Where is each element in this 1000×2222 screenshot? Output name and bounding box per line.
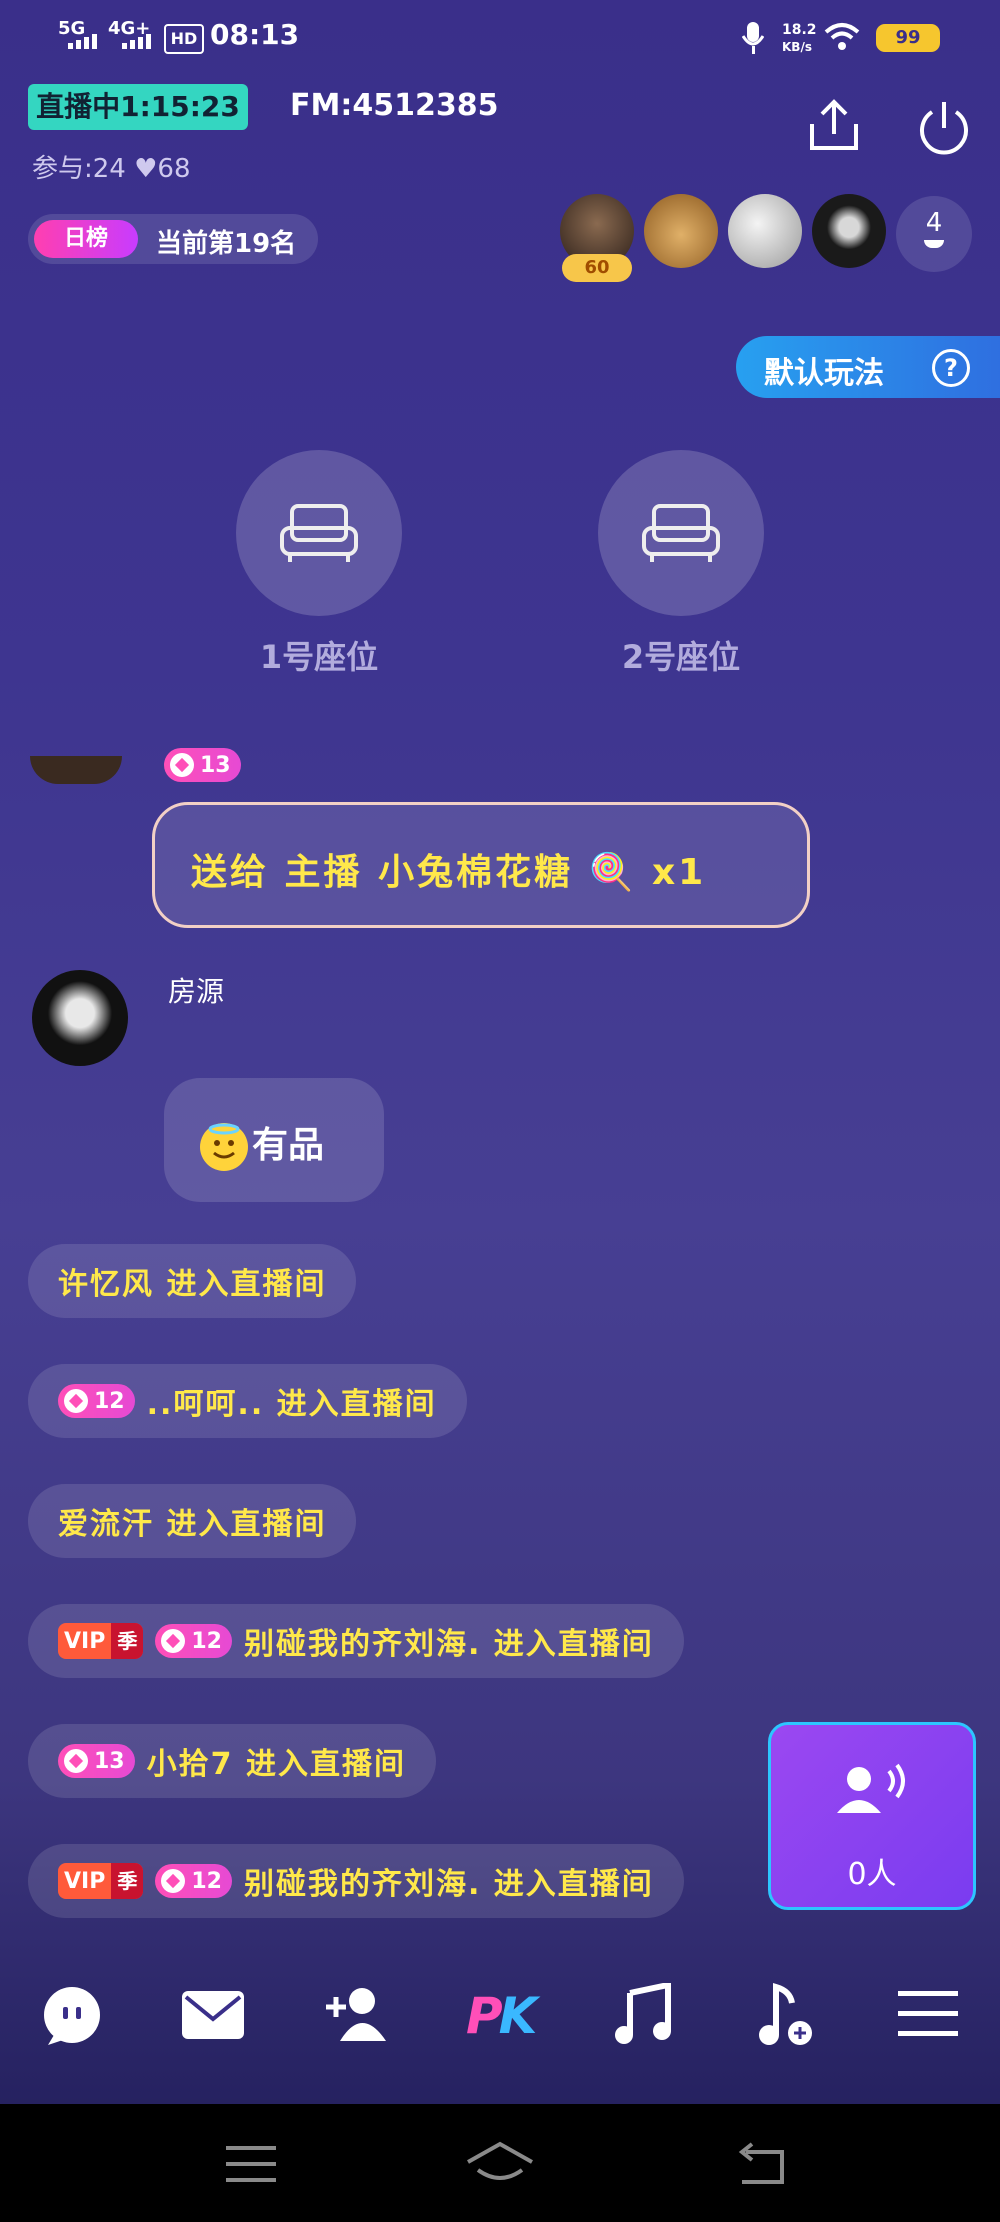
user-level-badge: 12 — [155, 1864, 232, 1898]
user-level-value: 13 — [94, 1748, 125, 1774]
user-level-badge: 13 — [58, 1744, 135, 1778]
chat-message-bubble: 有品 — [164, 1078, 384, 1202]
hd-icon: HD — [164, 24, 204, 54]
listeners-count: 0人 — [847, 1857, 897, 1892]
message-text: 有品 — [200, 1116, 324, 1171]
avatar[interactable] — [30, 756, 122, 784]
entry-notification: 13 小拾7 进入直播间 — [28, 1724, 436, 1798]
diamond-icon — [170, 753, 194, 777]
seat-2[interactable] — [598, 450, 764, 616]
audience-count-text: 4 — [925, 208, 943, 238]
microphone-icon — [742, 22, 764, 54]
bottom-action-bar: PK — [0, 1965, 1000, 2065]
entry-text: ..呵呵.. 进入直播间 — [146, 1387, 437, 1422]
sofa-icon — [280, 504, 358, 562]
play-mode-button[interactable]: 默认玩法 ? — [736, 336, 1000, 398]
voice-user-icon — [837, 1763, 905, 1813]
user-level-badge: 12 — [155, 1624, 232, 1658]
vip-badge: VIP 季 — [58, 1623, 144, 1659]
entry-text: 别碰我的齐刘海. 进入直播间 — [243, 1867, 654, 1902]
user-level-badge: 12 — [58, 1384, 135, 1418]
wifi-icon — [824, 23, 860, 50]
diamond-icon — [161, 1629, 186, 1653]
entry-text: 别碰我的齐刘海. 进入直播间 — [243, 1627, 654, 1662]
diamond-icon — [161, 1869, 186, 1893]
net-speed-unit: KB/s — [782, 40, 812, 54]
rank-position: 当前第19名 — [156, 229, 297, 259]
mail-icon[interactable] — [182, 1991, 244, 2039]
fm-id: FM:4512385 — [290, 88, 499, 123]
live-duration-tag: 直播中1:15:23 — [28, 84, 248, 130]
status-bar: 5G 4G+ HD 08:13 18.2 KB/s 99 — [0, 0, 1000, 76]
message-username[interactable]: 房源 — [168, 970, 224, 1010]
message-text-content: 有品 — [252, 1125, 325, 1166]
chat-bubble-icon[interactable] — [40, 1985, 104, 2047]
menu-icon[interactable] — [898, 1989, 958, 2039]
vip-season-label: 季 — [111, 1863, 144, 1899]
vip-label: VIP — [64, 1628, 106, 1654]
share-icon[interactable] — [804, 96, 864, 156]
entry-notification: VIP 季 12 别碰我的齐刘海. 进入直播间 — [28, 1604, 684, 1678]
net-speed-value: 18.2 — [782, 22, 817, 38]
entry-text: 小拾7 进入直播间 — [146, 1747, 406, 1782]
seat-1[interactable] — [236, 450, 402, 616]
audience-avatar[interactable] — [644, 194, 718, 268]
signal-bars-icon — [68, 34, 97, 49]
audience-avatar[interactable] — [812, 194, 886, 268]
diamond-icon — [64, 1389, 88, 1413]
gift-message-text: 送给 主播 小兔棉花糖 🍭 x1 — [191, 852, 707, 893]
vip-label: VIP — [64, 1868, 106, 1894]
user-level-badge: 13 — [164, 748, 241, 782]
sofa-icon — [642, 504, 720, 562]
entry-notification: 12 ..呵呵.. 进入直播间 — [28, 1364, 467, 1438]
audience-more-count[interactable]: 4 — [896, 196, 972, 272]
entry-notification: VIP 季 12 别碰我的齐刘海. 进入直播间 — [28, 1844, 684, 1918]
diamond-icon — [64, 1749, 88, 1773]
chevron-down-icon — [924, 240, 944, 248]
audience-level-badge: 60 — [562, 254, 632, 282]
vip-badge: VIP 季 — [58, 1863, 144, 1899]
daily-rank-tag: 日榜 — [34, 220, 138, 258]
clock: 08:13 — [210, 18, 300, 51]
home-icon[interactable] — [464, 2140, 536, 2188]
signal-bars-icon — [122, 34, 151, 49]
help-icon[interactable]: ? — [932, 349, 970, 387]
participation-stats: 参与:24 ♥68 — [32, 154, 191, 184]
entry-notification: 爱流汗 进入直播间 — [28, 1484, 357, 1558]
listeners-card[interactable]: 0人 — [768, 1722, 976, 1910]
music-icon[interactable] — [612, 1983, 674, 2047]
audience-avatar[interactable] — [728, 194, 802, 268]
power-icon[interactable] — [914, 98, 974, 158]
back-icon[interactable] — [736, 2142, 786, 2186]
play-mode-label: 默认玩法 — [764, 356, 884, 391]
user-level-value: 12 — [94, 1388, 125, 1414]
add-music-icon[interactable] — [756, 1983, 814, 2047]
daily-rank-pill[interactable]: 日榜 当前第19名 — [28, 214, 318, 264]
user-level-value: 12 — [191, 1868, 222, 1894]
smiley-emoji-icon — [200, 1123, 248, 1171]
avatar[interactable] — [32, 970, 128, 1066]
recent-apps-icon[interactable] — [226, 2144, 276, 2184]
seat-1-label: 1号座位 — [259, 638, 379, 676]
battery-indicator: 99 — [876, 24, 940, 52]
entry-text: 许忆风 进入直播间 — [58, 1267, 327, 1302]
system-navigation-bar — [0, 2104, 1000, 2222]
pk-icon[interactable]: PK — [466, 1987, 537, 2045]
vip-season-label: 季 — [111, 1623, 144, 1659]
seat-2-label: 2号座位 — [621, 638, 741, 676]
gift-message-bubble: 送给 主播 小兔棉花糖 🍭 x1 — [152, 802, 810, 928]
user-level-value: 13 — [200, 752, 231, 778]
entry-notification: 许忆风 进入直播间 — [28, 1244, 357, 1318]
user-level-value: 12 — [191, 1628, 222, 1654]
pk-label: PK — [466, 1987, 537, 2045]
entry-text: 爱流汗 进入直播间 — [58, 1507, 327, 1542]
add-friend-icon[interactable] — [324, 1985, 388, 2041]
